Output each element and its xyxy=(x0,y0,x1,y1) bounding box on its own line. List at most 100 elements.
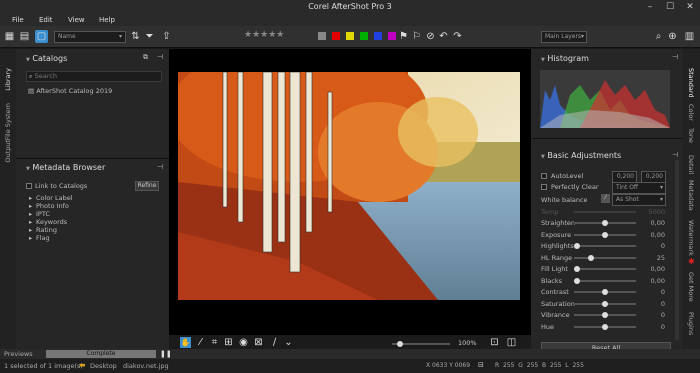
slider-knob[interactable] xyxy=(602,220,608,226)
rating-stars[interactable]: ★★★★★ xyxy=(244,30,284,40)
straighten-icon[interactable]: ⊞ xyxy=(222,336,235,349)
adjustment-slider[interactable] xyxy=(574,312,636,318)
adjustment-slider[interactable] xyxy=(574,243,636,249)
tab-get-more[interactable]: Get More xyxy=(687,272,695,302)
slider-value[interactable]: 0 xyxy=(645,311,665,319)
tab-watermark[interactable]: Watermark xyxy=(687,220,695,256)
basic-adjustments-header[interactable]: ▼ Basic Adjustments xyxy=(531,148,621,164)
adjustment-slider[interactable] xyxy=(574,266,636,272)
eyedropper-icon[interactable]: ⁄ xyxy=(601,194,610,203)
catalog-item[interactable]: ▤ AfterShot Catalog 2019 xyxy=(28,87,112,95)
zoom-slider[interactable] xyxy=(392,341,450,347)
pin-icon[interactable]: ⊣ xyxy=(157,53,163,61)
tree-item[interactable]: Rating xyxy=(36,226,57,234)
filter-icon[interactable]: ⏷ xyxy=(143,30,156,43)
link-catalogs-checkbox[interactable] xyxy=(26,183,32,189)
tab-file-system[interactable]: File System xyxy=(4,103,12,140)
menu-help[interactable]: Help xyxy=(99,14,115,26)
tab-library[interactable]: Library xyxy=(4,68,12,91)
slider-value[interactable]: 0 xyxy=(645,300,665,308)
metadata-browser-header[interactable]: ▼ Metadata Browser xyxy=(16,160,105,176)
hand-tool-icon[interactable]: ✋ xyxy=(180,337,191,348)
slider-value[interactable]: 0,00 xyxy=(645,219,665,227)
fit-icon[interactable]: ⊡ xyxy=(488,336,501,349)
sort-combo[interactable]: Name ▾ xyxy=(54,31,126,43)
maximize-icon[interactable]: ☐ xyxy=(660,0,680,14)
retouch-icon[interactable]: ⊠ xyxy=(252,336,265,349)
reject-icon[interactable]: ⊘ xyxy=(424,30,437,43)
adjustment-slider[interactable] xyxy=(574,300,636,307)
perfectly-clear-checkbox[interactable] xyxy=(541,184,547,190)
slider-knob[interactable] xyxy=(602,289,608,295)
slider-value[interactable]: 0,00 xyxy=(645,265,665,273)
close-icon[interactable]: ✕ xyxy=(680,0,700,14)
adjustment-slider[interactable] xyxy=(574,289,636,295)
tree-item[interactable]: Color Label xyxy=(36,194,73,202)
crop-icon[interactable]: ⌗ xyxy=(208,336,221,349)
filmstrip-view-icon[interactable]: ▤ xyxy=(18,30,31,43)
tree-arrow-icon[interactable]: ▸ xyxy=(29,226,32,234)
catalog-options-icon[interactable]: ⧉ xyxy=(143,53,148,62)
grid-view-icon[interactable]: ▦ xyxy=(3,30,16,43)
refine-button[interactable]: Refine xyxy=(135,181,159,191)
pin-icon[interactable]: ⊣ xyxy=(672,53,678,61)
adjustment-slider[interactable] xyxy=(574,323,636,330)
histogram-header[interactable]: ▼ Histogram xyxy=(531,51,589,67)
tab-plugins[interactable]: Plugins xyxy=(687,312,695,335)
tab-color[interactable]: Color xyxy=(687,104,695,121)
pin-icon[interactable]: ⊣ xyxy=(672,151,678,159)
catalogs-header[interactable]: ▼ Catalogs xyxy=(16,51,67,67)
sort-order-icon[interactable]: ⇅ xyxy=(129,30,142,43)
color-label-swatch[interactable] xyxy=(388,32,396,40)
minimize-icon[interactable]: – xyxy=(640,0,660,14)
rotate-left-icon[interactable]: ↶ xyxy=(437,30,450,43)
catalog-search-input[interactable]: ⌕ Search xyxy=(26,71,162,82)
zoom-slider-knob[interactable] xyxy=(397,341,403,347)
slider-knob[interactable] xyxy=(602,231,608,238)
tree-item[interactable]: Flag xyxy=(36,234,50,242)
tab-tone[interactable]: Tone xyxy=(687,128,695,143)
slider-knob[interactable] xyxy=(574,277,580,284)
scrollbar[interactable] xyxy=(675,160,679,340)
slider-value[interactable]: 0,00 xyxy=(645,231,665,239)
tab-metadata[interactable]: Metadata xyxy=(687,180,695,211)
slider-knob[interactable] xyxy=(574,266,580,272)
compare-icon[interactable]: ◫ xyxy=(505,336,518,349)
color-label-swatch[interactable] xyxy=(346,32,354,40)
search-icon[interactable]: ⌕ xyxy=(652,30,665,43)
tree-item[interactable]: Keywords xyxy=(36,218,67,226)
tint-combo[interactable]: Tint Off ▾ xyxy=(612,182,666,194)
tag-icon[interactable]: ⚑ xyxy=(397,30,410,43)
color-label-swatch[interactable] xyxy=(318,32,326,40)
slider-knob[interactable] xyxy=(574,243,580,249)
color-label-swatch[interactable] xyxy=(374,32,382,40)
layout-icon[interactable]: ▥ xyxy=(683,30,696,43)
tree-item[interactable]: Photo Info xyxy=(36,202,69,210)
slider-value[interactable]: 25 xyxy=(645,254,665,262)
tree-arrow-icon[interactable]: ▸ xyxy=(29,194,32,202)
adjustment-slider[interactable] xyxy=(574,277,636,284)
autolevel-checkbox[interactable] xyxy=(541,173,547,179)
slider-knob[interactable] xyxy=(588,254,594,261)
tree-arrow-icon[interactable]: ▸ xyxy=(29,202,32,210)
flag-icon[interactable]: ⚐ xyxy=(410,30,423,43)
slider-value[interactable]: 0 xyxy=(645,323,665,331)
single-view-icon[interactable]: ▢ xyxy=(35,30,48,43)
slider-value[interactable]: 0,00 xyxy=(645,277,665,285)
chevron-down-icon[interactable]: ⌄ xyxy=(282,336,295,349)
tab-standard[interactable]: Standard xyxy=(687,68,695,98)
export-icon[interactable]: ⇪ xyxy=(160,30,173,43)
slider-knob[interactable] xyxy=(602,312,608,318)
adjustment-slider[interactable] xyxy=(574,231,636,238)
zoom-icon[interactable]: ⊕ xyxy=(666,30,679,43)
tree-item[interactable]: IPTC xyxy=(36,210,50,218)
tree-arrow-icon[interactable]: ▸ xyxy=(29,218,32,226)
adjustment-slider[interactable] xyxy=(574,254,636,261)
tree-arrow-icon[interactable]: ▸ xyxy=(29,210,32,218)
layers-combo[interactable]: Main Layers ▾ xyxy=(541,31,587,43)
tab-output[interactable]: Output xyxy=(4,140,12,163)
pin-icon[interactable]: ⊣ xyxy=(157,163,163,171)
info-icon[interactable]: ⊟ xyxy=(478,361,484,369)
color-label-swatch[interactable] xyxy=(360,32,368,40)
brush-icon[interactable]: ∕ xyxy=(268,336,281,349)
